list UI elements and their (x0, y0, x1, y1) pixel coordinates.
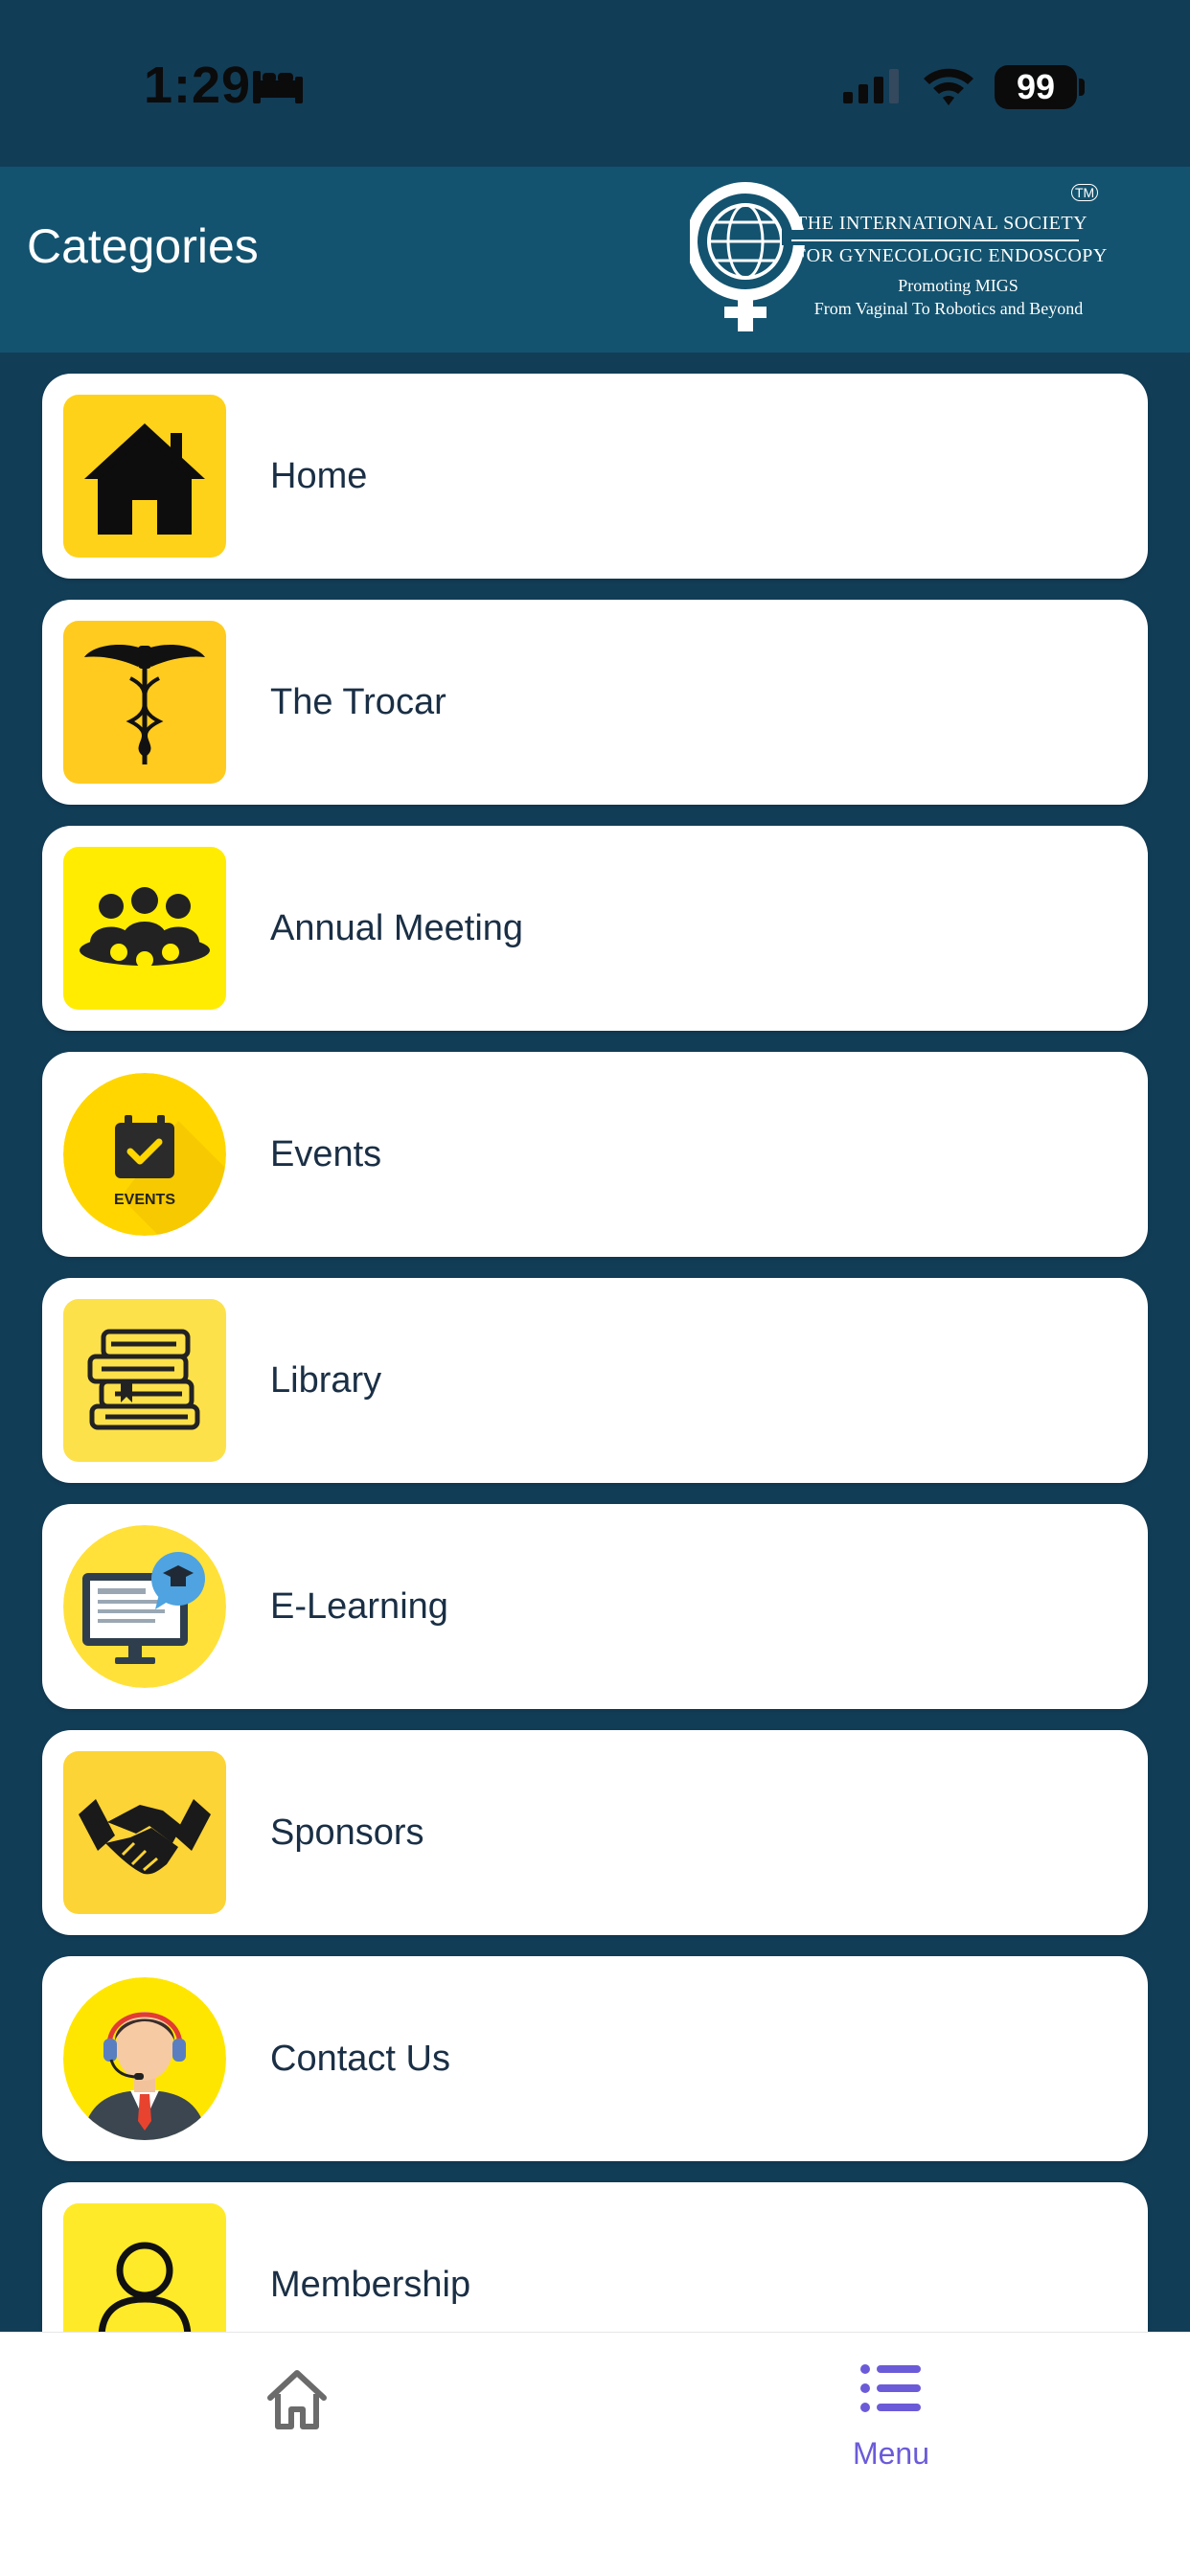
logo-line3: Promoting MIGS (898, 276, 1018, 295)
events-calendar-icon: EVENTS (63, 1073, 226, 1236)
category-events[interactable]: EVENTS Events (42, 1052, 1148, 1257)
books-icon (63, 1299, 226, 1462)
cellular-signal-icon (843, 69, 899, 103)
category-library[interactable]: Library (42, 1278, 1148, 1483)
category-annual-meeting[interactable]: Annual Meeting (42, 826, 1148, 1031)
category-label: Sponsors (270, 1812, 424, 1853)
logo-line4: From Vaginal To Robotics and Beyond (813, 299, 1084, 318)
category-label: Annual Meeting (270, 908, 524, 948)
page-title: Categories (27, 219, 259, 273)
elearning-monitor-icon (63, 1525, 226, 1688)
status-bar: 1:29 99 (0, 0, 1190, 167)
category-contact-us[interactable]: Contact Us (42, 1956, 1148, 2161)
battery-indicator: 99 (995, 65, 1077, 109)
bottom-tab-bar: Menu (0, 2332, 1190, 2576)
tab-menu[interactable]: Menu (834, 2352, 949, 2471)
app-header: Categories TM THE INTERNATIONAL SOCIETY … (0, 167, 1190, 353)
home-outline-icon (267, 2370, 327, 2429)
isge-logo: TM THE INTERNATIONAL SOCIETY FOR GYNECOL… (690, 172, 1107, 347)
group-meeting-icon (63, 847, 226, 1010)
globe-female-symbol-icon (690, 182, 805, 331)
category-label: Contact Us (270, 2039, 450, 2079)
category-the-trocar[interactable]: The Trocar (42, 600, 1148, 805)
events-icon-text: EVENTS (113, 1192, 175, 1208)
handshake-icon (63, 1751, 226, 1914)
category-sponsors[interactable]: Sponsors (42, 1730, 1148, 1935)
logo-trademark: TM (1071, 184, 1099, 201)
category-e-learning[interactable]: E-Learning (42, 1504, 1148, 1709)
category-label: E-Learning (270, 1586, 448, 1627)
wifi-icon (924, 68, 973, 105)
house-icon (63, 395, 226, 558)
category-label: Home (270, 456, 368, 496)
category-label: Library (270, 1360, 382, 1401)
tab-menu-label: Menu (852, 2436, 930, 2471)
logo-line2: FOR GYNECOLOGIC ENDOSCOPY (795, 245, 1108, 266)
battery-tip (1079, 79, 1085, 96)
support-agent-icon (63, 1977, 226, 2140)
category-home[interactable]: Home (42, 374, 1148, 579)
category-label: The Trocar (270, 682, 446, 722)
logo-line1: THE INTERNATIONAL SOCIETY (795, 213, 1088, 234)
logo-rule (791, 239, 1079, 241)
sleep-bed-icon (253, 71, 303, 103)
category-label: Events (270, 1134, 382, 1174)
list-icon (860, 2364, 921, 2412)
caduceus-icon (63, 621, 226, 784)
status-time: 1:29 (144, 57, 252, 114)
tab-home[interactable] (259, 2361, 335, 2438)
